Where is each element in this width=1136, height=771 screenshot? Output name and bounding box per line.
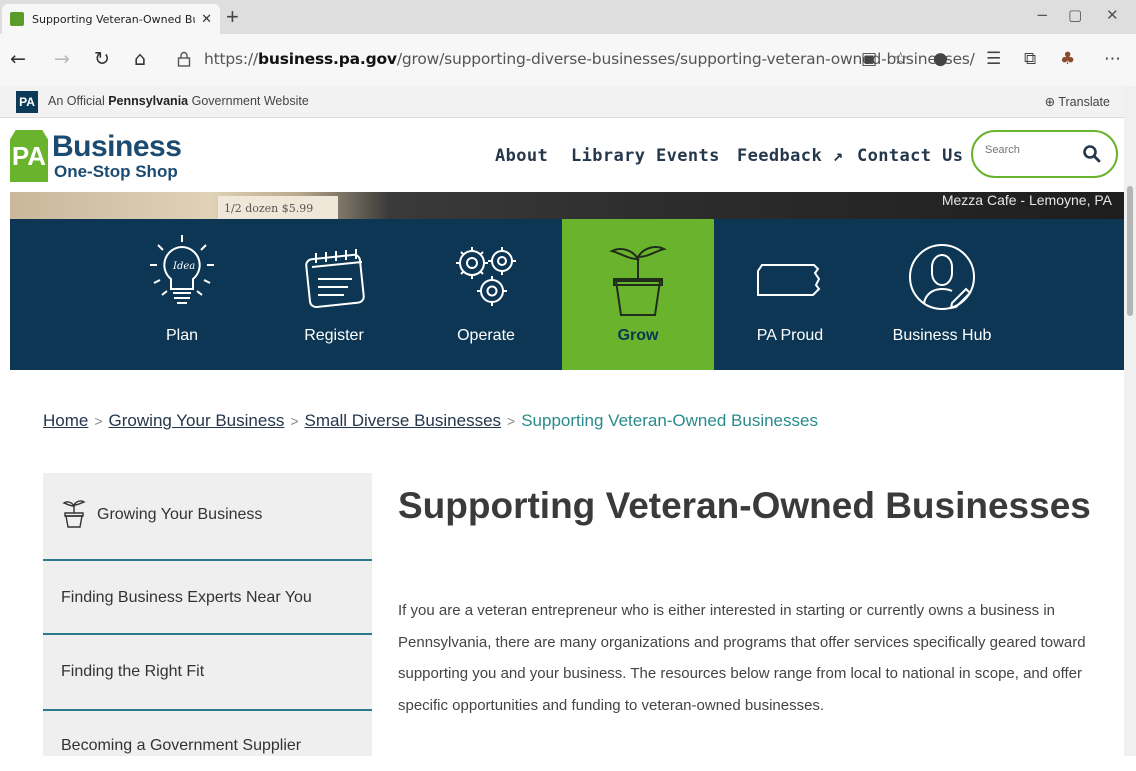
page-title: Supporting Veteran-Owned Businesses [398,485,1091,526]
home-button[interactable]: ⌂ [134,48,146,70]
hero-image: 1/2 dozen $5.99 Mezza Cafe - Lemoyne, PA [10,192,1124,219]
category-grow[interactable]: Grow [562,219,714,370]
extension-icon[interactable]: ● [933,49,948,69]
forward-button[interactable]: → [54,48,70,70]
search-box [971,130,1118,178]
favorites-list-icon[interactable]: ☰ [986,49,1001,69]
official-government-banner: PA An Official Pennsylvania Government W… [0,86,1136,118]
url-domain: business.pa.gov [257,50,397,68]
close-window-button[interactable]: ✕ [1106,6,1119,24]
page-scrollbar[interactable] [1124,86,1136,756]
nav-events[interactable]: Events [656,146,720,166]
hero-price-tag: 1/2 dozen $5.99 [218,196,338,219]
profile-avatar-icon[interactable]: ♣ [1060,49,1075,69]
reader-view-icon[interactable]: ▣ [861,49,877,69]
gears-icon [456,247,516,306]
calendar-icon [305,249,365,308]
external-link-icon: ↗ [832,146,844,166]
logo-title[interactable]: Business [52,132,182,162]
refresh-button[interactable]: ↻ [94,48,110,70]
banner-suffix: Government Website [188,94,309,108]
category-business-hub[interactable]: Business Hub [866,219,1018,370]
official-banner-text: An Official Pennsylvania Government Webs… [48,94,309,108]
breadcrumb-separator: > [290,413,299,429]
sprout-icon [62,500,86,528]
category-operate[interactable]: Operate [410,219,562,370]
category-label: Operate [457,327,515,344]
tab-close-icon[interactable]: ✕ [201,11,212,27]
nav-feedback-label: Feedback [737,146,823,166]
collections-icon[interactable]: ⧉ [1024,49,1036,69]
more-menu-button[interactable]: ⋯ [1104,49,1121,69]
nav-feedback[interactable]: Feedback ↗ [737,146,843,166]
sidemenu-item-growing-your-business[interactable]: Growing Your Business [43,473,372,561]
hero-caption: Mezza Cafe - Lemoyne, PA [941,192,1112,208]
globe-icon: ⊕ [1044,95,1056,109]
nav-library[interactable]: Library [571,146,645,166]
pa-keystone-logo[interactable]: PA [10,130,48,182]
breadcrumb-home[interactable]: Home [43,411,88,430]
back-button[interactable]: ← [10,48,26,70]
svg-text:Idea: Idea [172,261,195,272]
breadcrumb-current: Supporting Veteran-Owned Businesses [521,411,818,430]
side-menu: Growing Your Business Finding Business E… [43,473,372,756]
translate-label: Translate [1058,95,1110,109]
browser-toolbar: ← → ↻ ⌂ https://business.pa.gov/grow/sup… [0,34,1136,86]
breadcrumb: Home > Growing Your Business > Small Diverse… [43,411,818,431]
breadcrumb-separator: > [94,413,103,429]
browser-tab[interactable]: Supporting Veteran-Owned Busi ✕ [2,4,220,34]
banner-prefix: An Official [48,94,109,108]
url-scheme: https:// [204,50,258,68]
banner-state: Pennsylvania [108,94,189,108]
intro-paragraph: If you are a veteran entrepreneur who is… [398,602,1086,714]
new-tab-button[interactable]: + [226,4,239,30]
scrollbar-thumb[interactable] [1127,186,1133,316]
pennsylvania-map-icon [757,264,821,296]
sidemenu-label: Finding the Right Fit [61,663,205,680]
favorite-star-icon[interactable]: ☆ [893,49,908,69]
breadcrumb-small-diverse-businesses[interactable]: Small Diverse Businesses [305,411,502,430]
category-label: Register [304,327,364,344]
sidemenu-label: Becoming a Government Supplier [61,737,302,754]
restore-button[interactable]: ▢ [1068,6,1082,24]
search-input[interactable] [985,144,1075,156]
category-label: Grow [617,327,659,344]
address-bar[interactable]: https://business.pa.gov/grow/supporting-… [204,50,975,68]
category-label: Plan [165,327,199,344]
minimize-button[interactable]: − [1036,6,1049,24]
lightbulb-icon: Idea [150,235,214,304]
sidemenu-item-becoming-government-supplier[interactable]: Becoming a Government Supplier [43,711,372,771]
sidemenu-label: Finding Business Experts Near You [61,589,312,606]
site-header: PA Business One-Stop Shop About Library … [0,118,1124,192]
pa-badge-icon: PA [16,91,38,113]
category-nav: Idea Plan Register Operate Grow PA Proud… [10,219,1124,370]
category-label: PA Proud [756,327,824,344]
breadcrumb-separator: > [507,413,516,429]
logo-subtitle[interactable]: One-Stop Shop [54,162,178,182]
sidemenu-item-finding-business-experts[interactable]: Finding Business Experts Near You [43,561,372,635]
lock-icon [177,51,191,67]
category-pa-proud[interactable]: PA Proud [714,219,866,370]
site-favicon-icon [10,12,24,26]
url-path: /grow/supporting-diverse-businesses/supp… [396,50,975,68]
browser-tab-bar: Supporting Veteran-Owned Busi ✕ + − ▢ ✕ [0,0,1136,34]
search-icon[interactable] [1082,144,1102,164]
category-label: Business Hub [892,327,992,344]
user-icon [909,244,975,310]
nav-contact-us[interactable]: Contact Us [857,146,963,166]
nav-about[interactable]: About [495,146,548,166]
sprout-icon [609,246,667,316]
tab-title: Supporting Veteran-Owned Busi [32,12,196,26]
sidemenu-item-finding-the-right-fit[interactable]: Finding the Right Fit [43,635,372,711]
category-register[interactable]: Register [258,219,410,370]
translate-link[interactable]: ⊕ Translate [1045,94,1110,109]
sidemenu-label: Growing Your Business [97,506,263,523]
breadcrumb-growing-your-business[interactable]: Growing Your Business [109,411,285,430]
category-plan[interactable]: Idea Plan [106,219,258,370]
